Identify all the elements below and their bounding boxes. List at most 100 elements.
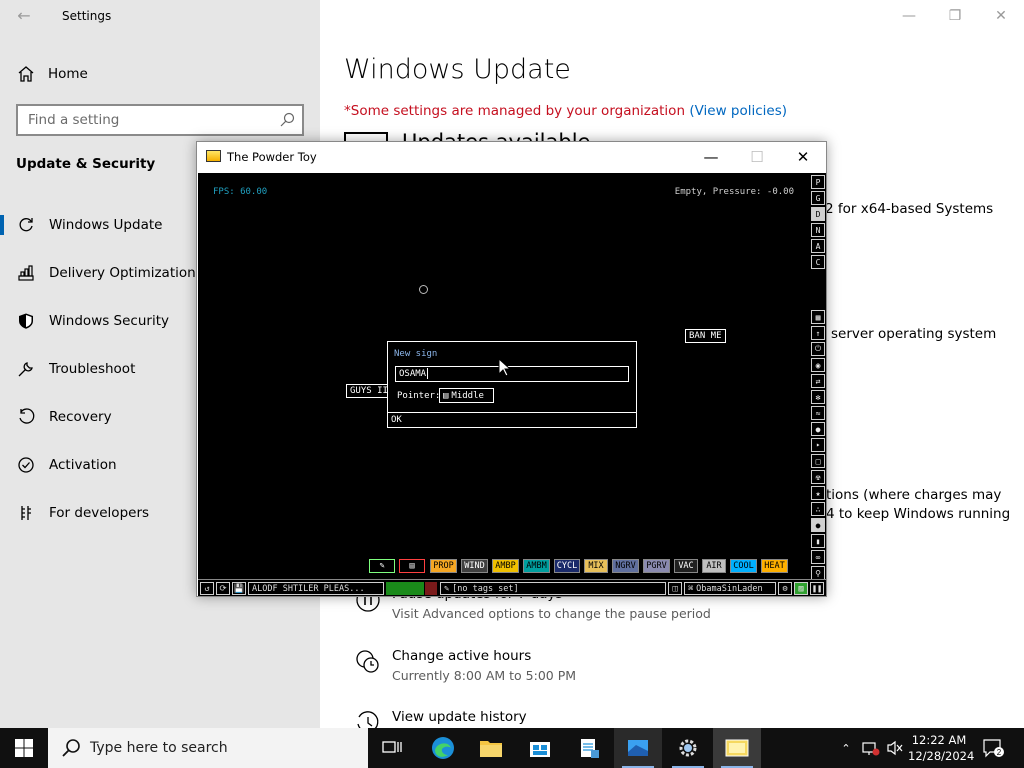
notification-center-icon[interactable]: 2 (978, 728, 1008, 768)
taskbar: Type here to search ⌃ 12:22 AM 12/28/202… (0, 728, 1024, 768)
category-special-icon[interactable]: ★ (811, 486, 825, 500)
element-button[interactable]: AIR (702, 559, 726, 573)
nav-label: Troubleshoot (49, 361, 136, 377)
taskbar-search-box[interactable]: Type here to search (48, 728, 368, 768)
page-title: Windows Update (344, 54, 571, 85)
category-sensors-icon[interactable]: ◉ (811, 358, 825, 372)
category-liquids-icon[interactable]: ● (811, 422, 825, 436)
save-icon[interactable]: 💾 (232, 582, 246, 595)
vote-up-button[interactable] (386, 582, 424, 595)
category-powered-icon[interactable]: ⏻ (811, 342, 825, 356)
network-icon[interactable] (860, 728, 882, 768)
app-running-icon[interactable] (614, 728, 662, 768)
restore-icon[interactable]: ❐ (932, 4, 978, 28)
sign-ban-me[interactable]: BAN ME (685, 329, 726, 343)
category-electronics-icon[interactable]: ↑ (811, 326, 825, 340)
tags-text: [no tags set] (452, 583, 519, 594)
home-icon (18, 66, 34, 82)
category-walls-icon[interactable]: ▦ (811, 310, 825, 324)
settings-gear-icon[interactable] (664, 728, 712, 768)
element-button[interactable]: WIND (461, 559, 488, 573)
element-button[interactable]: NGRV (612, 559, 639, 573)
refresh-icon (16, 215, 36, 235)
clock-date: 12/28/2024 (908, 749, 975, 763)
element-button[interactable]: CYCL (554, 559, 580, 573)
pause-icon[interactable]: ❚❚ (810, 582, 824, 595)
nav-label: Activation (49, 457, 117, 473)
powder-toy-taskbar-icon[interactable] (713, 728, 761, 768)
update-item-text: server operating system (831, 326, 997, 342)
category-radioactive-icon[interactable]: ☢ (811, 470, 825, 484)
deco-button[interactable]: D (811, 207, 825, 221)
settings-gear-icon[interactable]: ⚙ (778, 582, 792, 595)
minimize-icon[interactable]: — (886, 4, 932, 28)
edge-browser-icon[interactable] (419, 728, 467, 768)
tool-pencil-icon[interactable]: ✎ (369, 559, 395, 573)
category-gases-icon[interactable]: ≈ (811, 406, 825, 420)
clock[interactable]: 12:22 AM 12/28/2024 (908, 732, 975, 764)
save-name[interactable]: ALODF SHTILER PLEAS... (248, 582, 384, 595)
open-simulation-icon[interactable]: ↺ (200, 582, 214, 595)
element-button[interactable]: PGRV (643, 559, 670, 573)
file-explorer-icon[interactable] (467, 728, 515, 768)
category-force-icon[interactable]: ⇄ (811, 374, 825, 388)
comment-icon: ▤ (443, 390, 449, 401)
view-policies-link[interactable]: (View policies) (689, 103, 787, 119)
category-powders-icon[interactable]: ‣ (811, 438, 825, 452)
console-button[interactable]: C (811, 255, 825, 269)
ok-button[interactable]: OK (388, 412, 636, 428)
managed-text: *Some settings are managed by your organ… (344, 103, 686, 119)
element-button[interactable]: MIX (584, 559, 608, 573)
tags-field[interactable]: ✎ [no tags set] (440, 582, 666, 595)
gravity-button[interactable]: G (811, 191, 825, 205)
sign-text-value: OSAMA (399, 369, 427, 379)
category-life-icon[interactable]: ∴ (811, 502, 825, 516)
new-sign-dialog: New sign OSAMA Pointer: ▤ Middle OK (387, 341, 637, 428)
vote-down-button[interactable] (425, 582, 437, 595)
powder-toy-window: The Powder Toy — ☐ ✕ FPS: 60.00 Empty, P… (196, 141, 827, 597)
element-button[interactable]: PROP (430, 559, 457, 573)
close-icon[interactable]: ✕ (978, 4, 1024, 28)
tool-sign-icon[interactable]: ▤ (399, 559, 425, 573)
store-icon[interactable] (516, 728, 564, 768)
tpt-titlebar[interactable]: The Powder Toy — ☐ ✕ (197, 142, 826, 172)
pause-button-p[interactable]: P (811, 175, 825, 189)
category-explosives-icon[interactable]: ✻ (811, 390, 825, 404)
back-arrow-icon[interactable]: ← (12, 5, 36, 27)
notepad-icon[interactable] (565, 728, 613, 768)
start-button[interactable] (0, 728, 48, 768)
category-favorites-icon[interactable]: ▮ (811, 534, 825, 548)
newtonian-button[interactable]: N (811, 223, 825, 237)
active-hours-option[interactable]: Change active hours Currently 8:00 AM to … (354, 648, 576, 683)
new-page-icon[interactable]: ◫ (668, 582, 682, 595)
search-icon[interactable]: ⚲ (811, 566, 825, 580)
user-button[interactable]: ⌘ ObamaSinLaden (684, 582, 776, 595)
search-icon (280, 112, 295, 127)
element-button[interactable]: AMBM (523, 559, 550, 573)
pointer-dropdown[interactable]: ▤ Middle (439, 388, 494, 403)
category-tools-icon[interactable]: ● (811, 518, 825, 532)
task-view-icon[interactable] (368, 728, 416, 768)
element-button[interactable]: AMBP (492, 559, 519, 573)
element-button[interactable]: COOL (730, 559, 757, 573)
element-button[interactable]: HEAT (761, 559, 788, 573)
reload-icon[interactable]: ⟳ (216, 582, 230, 595)
category-decoration-icon[interactable]: ∞ (811, 550, 825, 564)
find-setting-input[interactable]: Find a setting (16, 104, 304, 136)
tray-chevron-up-icon[interactable]: ⌃ (836, 728, 856, 768)
sign-guys[interactable]: GUYS II (346, 384, 392, 398)
volume-muted-icon[interactable] (884, 728, 906, 768)
close-icon[interactable]: ✕ (780, 142, 826, 172)
option-title: View update history (392, 709, 527, 725)
render-options-icon[interactable]: ▨ (794, 582, 808, 595)
update-item-text: 2 for x64-based Systems (825, 201, 994, 217)
ambient-button[interactable]: A (811, 239, 825, 253)
minimize-icon[interactable]: — (688, 142, 734, 172)
managed-notice: *Some settings are managed by your organ… (344, 103, 787, 119)
home-link[interactable]: Home (16, 62, 88, 86)
maximize-icon[interactable]: ☐ (734, 142, 780, 172)
category-solids-icon[interactable]: □ (811, 454, 825, 468)
sign-text-input[interactable]: OSAMA (395, 366, 629, 382)
element-button[interactable]: VAC (674, 559, 698, 573)
simulation-canvas[interactable]: FPS: 60.00 Empty, Pressure: -0.00 P G D … (198, 173, 826, 596)
